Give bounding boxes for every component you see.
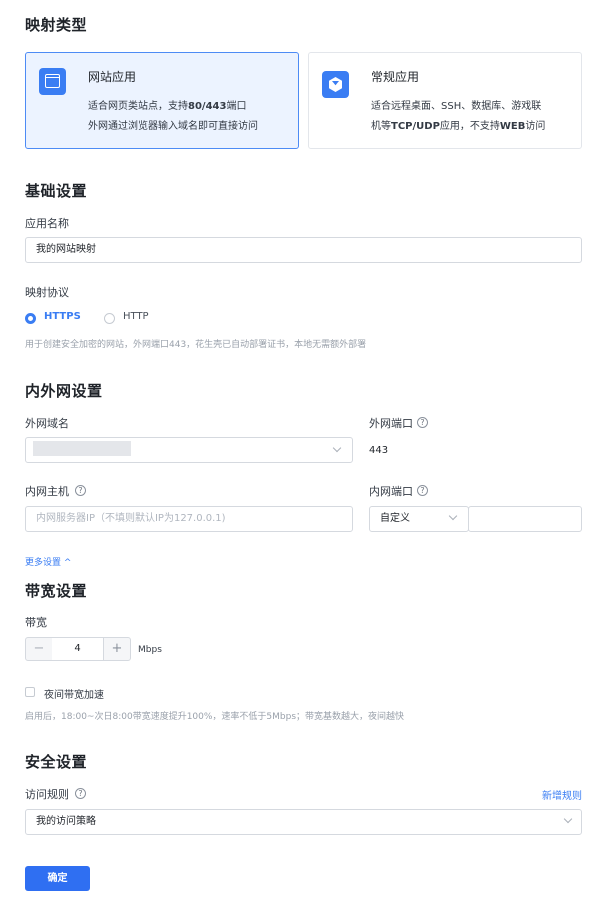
ext-domain-label: 外网域名 bbox=[25, 417, 69, 430]
access-rule-select[interactable]: 我的访问策略 bbox=[25, 809, 582, 835]
night-boost-checkbox[interactable] bbox=[25, 687, 35, 697]
app-name-label: 应用名称 bbox=[25, 217, 69, 230]
decrement-button[interactable]: − bbox=[25, 637, 53, 661]
protocol-hint: 用于创建安全加密的网站，外网端口443，花生壳已自动部署证书，本地无需额外部署 bbox=[25, 340, 367, 350]
website-app-desc: 适合网页类站点，支持80/443端口 外网通过浏览器输入域名即可直接访问 bbox=[88, 101, 258, 132]
website-app-title: 网站应用 bbox=[88, 70, 137, 84]
general-app-desc: 适合远程桌面、SSH、数据库、游戏联 机等TCP/UDP应用，不支持WEB访问 bbox=[371, 101, 546, 132]
https-radio[interactable] bbox=[25, 313, 36, 324]
app-name-input[interactable]: 我的网站映射 bbox=[25, 237, 582, 263]
http-radio-label[interactable]: HTTP bbox=[123, 311, 149, 322]
bandwidth-value[interactable]: 4 bbox=[52, 637, 103, 661]
general-app-title: 常规应用 bbox=[371, 70, 420, 84]
https-radio-label[interactable]: HTTPS bbox=[44, 311, 81, 322]
int-port-input[interactable] bbox=[468, 506, 582, 532]
website-app-card[interactable]: 网站应用 适合网页类站点，支持80/443端口 外网通过浏览器输入域名即可直接访… bbox=[25, 52, 299, 149]
mapping-type-title: 映射类型 bbox=[25, 16, 88, 34]
ext-port-value: 443 bbox=[369, 445, 389, 456]
help-icon[interactable]: ? bbox=[417, 485, 428, 496]
help-icon[interactable]: ? bbox=[75, 788, 86, 799]
int-port-label: 内网端口 bbox=[369, 485, 413, 498]
http-radio[interactable] bbox=[104, 313, 115, 324]
basic-settings-title: 基础设置 bbox=[25, 182, 88, 200]
ext-port-label: 外网端口 bbox=[369, 417, 413, 430]
ext-domain-redacted-value bbox=[33, 441, 131, 456]
bandwidth-label: 带宽 bbox=[25, 616, 47, 629]
general-app-card[interactable]: 常规应用 适合远程桌面、SSH、数据库、游戏联 机等TCP/UDP应用，不支持W… bbox=[308, 52, 582, 149]
protocol-label: 映射协议 bbox=[25, 286, 69, 299]
increment-button[interactable]: + bbox=[103, 637, 131, 661]
access-rule-label: 访问规则 bbox=[25, 788, 69, 801]
bandwidth-unit: Mbps bbox=[138, 645, 162, 655]
browser-window-icon bbox=[39, 68, 66, 95]
night-boost-label[interactable]: 夜间带宽加速 bbox=[44, 686, 104, 701]
more-settings-link[interactable]: 更多设置 ^ bbox=[25, 555, 71, 568]
network-settings-title: 内外网设置 bbox=[25, 382, 103, 400]
cube-icon bbox=[322, 71, 349, 98]
night-boost-hint: 启用后，18:00~次日8:00带宽速度提升100%，速率不低于5Mbps；带宽… bbox=[25, 712, 405, 722]
help-icon[interactable]: ? bbox=[417, 417, 428, 428]
int-host-input[interactable]: 内网服务器IP（不填则默认IP为127.0.0.1) bbox=[25, 506, 353, 532]
bandwidth-settings-title: 带宽设置 bbox=[25, 582, 88, 600]
help-icon[interactable]: ? bbox=[75, 485, 86, 496]
confirm-button[interactable]: 确定 bbox=[25, 866, 90, 891]
int-host-label: 内网主机 bbox=[25, 485, 69, 498]
security-settings-title: 安全设置 bbox=[25, 753, 88, 771]
new-rule-link[interactable]: 新增规则 bbox=[542, 787, 582, 802]
